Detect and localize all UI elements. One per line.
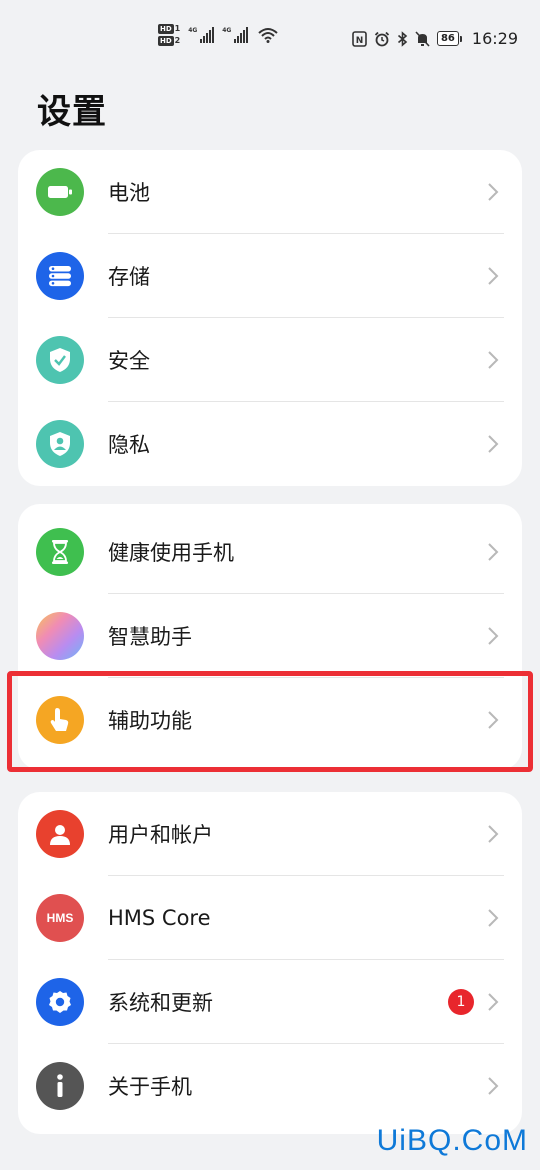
item-label: 健康使用手机 — [108, 541, 234, 565]
settings-item-accessibility[interactable]: 辅助功能 — [18, 678, 522, 762]
nfc-icon: N — [352, 30, 367, 47]
storage-icon — [36, 252, 84, 300]
clock: 16:29 — [471, 29, 518, 48]
chevron-right-icon — [488, 909, 499, 927]
item-label: 安全 — [108, 349, 150, 373]
chevron-right-icon — [488, 1077, 499, 1095]
settings-item-storage[interactable]: 存储 — [18, 234, 522, 318]
item-label: 电池 — [108, 181, 150, 205]
hd-sim1: HD 1 — [158, 24, 180, 34]
chevron-right-icon — [488, 711, 499, 729]
signal-icon-sim1: 4G — [188, 27, 215, 43]
info-icon — [36, 1062, 84, 1110]
hd-label: HD — [158, 36, 174, 46]
page-title: 设置 — [37, 92, 107, 132]
bluetooth-icon — [397, 30, 408, 47]
settings-item-security[interactable]: 安全 — [18, 318, 522, 402]
hd-sim2: HD 2 — [158, 36, 180, 46]
item-label: 辅助功能 — [108, 709, 192, 733]
chevron-right-icon — [488, 627, 499, 645]
sim-number: 1 — [174, 24, 181, 33]
item-label: 隐私 — [108, 433, 150, 457]
settings-item-battery[interactable]: 电池 — [18, 150, 522, 234]
chevron-right-icon — [488, 351, 499, 369]
status-bar: HD 1 HD 2 4G 4G N 86 16:29 — [0, 0, 540, 80]
chevron-right-icon — [488, 993, 499, 1011]
settings-group-2: 健康使用手机 智慧助手 辅助功能 — [18, 504, 522, 770]
battery-level: 86 — [436, 31, 459, 46]
hd-label: HD — [158, 24, 174, 34]
assistant-icon — [36, 612, 84, 660]
item-label: 关于手机 — [108, 1075, 192, 1099]
settings-item-system-updates[interactable]: 系统和更新 1 — [18, 960, 522, 1044]
chevron-right-icon — [488, 183, 499, 201]
settings-item-privacy[interactable]: 隐私 — [18, 402, 522, 486]
item-label: 智慧助手 — [108, 625, 192, 649]
hd-indicators: HD 1 HD 2 — [158, 24, 180, 46]
signal-icon-sim2: 4G — [222, 27, 249, 43]
chevron-right-icon — [488, 435, 499, 453]
settings-item-smart-assistant[interactable]: 智慧助手 — [18, 594, 522, 678]
settings-item-users-accounts[interactable]: 用户和帐户 — [18, 792, 522, 876]
item-label: HMS Core — [108, 906, 211, 930]
settings-item-about-phone[interactable]: 关于手机 — [18, 1044, 522, 1128]
alarm-icon — [374, 31, 390, 46]
network-type: 4G — [222, 27, 232, 34]
wifi-icon — [258, 28, 278, 43]
privacy-icon — [36, 420, 84, 468]
signal-area: HD 1 HD 2 4G 4G — [158, 24, 278, 46]
battery-icon — [36, 168, 84, 216]
item-label: 存储 — [108, 265, 150, 289]
hms-icon: HMS — [36, 894, 84, 942]
touch-hand-icon — [36, 696, 84, 744]
hourglass-icon — [36, 528, 84, 576]
shield-icon — [36, 336, 84, 384]
network-type: 4G — [188, 27, 198, 34]
sim-number: 2 — [174, 36, 181, 45]
gear-icon — [36, 978, 84, 1026]
status-icons: N 86 16:29 — [352, 29, 518, 48]
update-badge: 1 — [448, 989, 474, 1015]
settings-group-1: 电池 存储 安全 隐私 — [18, 150, 522, 486]
mute-icon — [415, 30, 430, 47]
battery-indicator: 86 — [436, 31, 462, 46]
item-label: 系统和更新 — [108, 991, 213, 1015]
settings-group-3: 用户和帐户 HMS HMS Core 系统和更新 1 关于手机 — [18, 792, 522, 1134]
chevron-right-icon — [488, 267, 499, 285]
user-icon — [36, 810, 84, 858]
svg-text:N: N — [356, 36, 364, 46]
item-label: 用户和帐户 — [108, 823, 213, 847]
settings-item-hms-core[interactable]: HMS HMS Core — [18, 876, 522, 960]
chevron-right-icon — [488, 543, 499, 561]
chevron-right-icon — [488, 825, 499, 843]
watermark: UiBQ.CoM — [376, 1124, 528, 1157]
settings-item-digital-balance[interactable]: 健康使用手机 — [18, 510, 522, 594]
